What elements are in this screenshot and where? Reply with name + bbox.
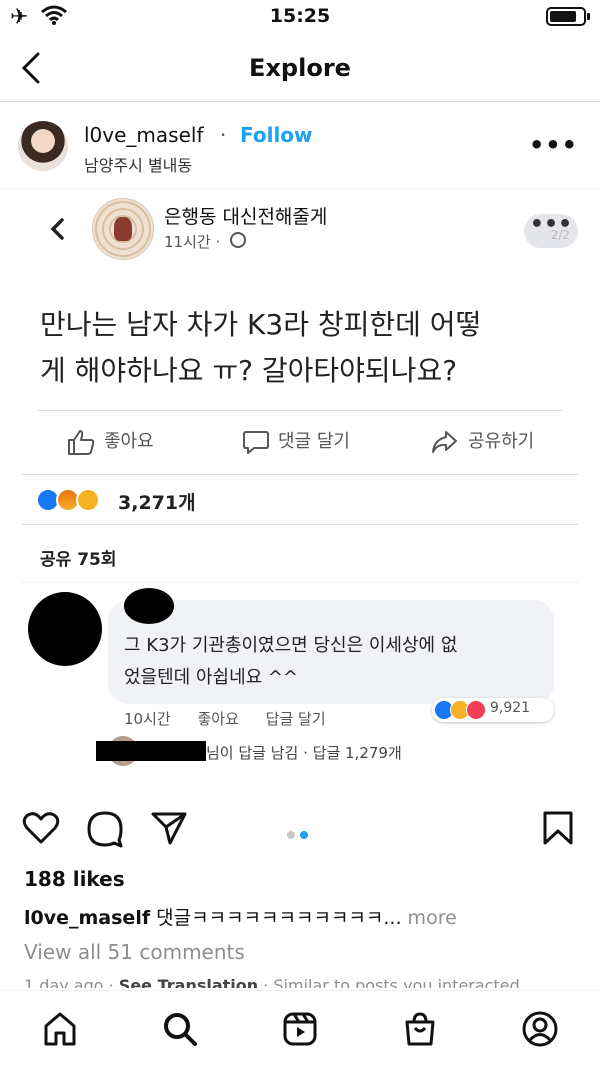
post-image[interactable]: 은행동 대신전해줄게 11시간 · ••• 2/2 만나는 남자 차가 K3라 … [0,190,600,804]
post-location[interactable]: 남양주시 별내동 [84,152,192,176]
post-actions [0,804,600,854]
divider [22,474,578,475]
search-icon[interactable] [162,1011,198,1047]
haha-reaction-icon [76,488,100,512]
comment-reply-label: 답글 달기 [265,710,326,728]
similar-posts-text: Similar to posts you interacted [273,976,520,988]
separator-dot: · [220,123,227,147]
more-options-icon[interactable]: ••• [529,131,578,159]
fb-reaction-count: 3,271개 [118,492,196,514]
fb-post-body: 만나는 남자 차가 K3라 창피한데 어떻 게 해야하나요 ㅠ? 갈아타야되나요… [40,302,570,394]
fb-action-bar: 좋아요 댓글 달기 공유하기 [0,426,600,458]
thumbs-up-icon [68,430,95,455]
separator-dot: · [103,976,119,988]
fb-more-fraction: 2/2 [550,228,570,242]
love-reaction-icon [466,700,486,720]
comment-text-line: 그 K3가 기관총이였으면 당신은 이세상에 없 [124,635,458,656]
commenter-name-redaction [124,588,174,624]
fb-post-time: 11시간 · [164,233,221,251]
fb-share-count: 공유 75회 [40,550,117,570]
caption: l0ve_maself 댓글ㅋㅋㅋㅋㅋㅋㅋㅋㅋㅋㅋ... more [24,903,584,930]
divider [22,582,578,583]
bookmark-icon[interactable] [542,810,574,846]
fb-page-avatar [92,198,154,260]
top-nav: Explore [0,34,600,102]
pager-dot-active [300,831,308,839]
likes-count[interactable]: 188 likes [24,867,125,891]
commenter-avatar [28,592,102,666]
see-translation-link[interactable]: See Translation [119,976,258,988]
post-footer-line: 1 day ago · See Translation · Similar to… [24,976,584,988]
comment-reaction-count: 9,921 [490,700,531,716]
fb-more-icon: ••• 2/2 [524,214,578,248]
divider [22,524,578,525]
home-icon[interactable] [42,1011,78,1047]
carousel-pager [287,824,313,843]
fb-post-body-line: 만나는 남자 차가 K3라 창피한데 어떻 [40,308,482,341]
post-username[interactable]: l0ve_maself [84,123,203,147]
fb-reactions: 3,271개 [36,488,336,514]
reply-summary: 님이 답글 남김 · 답글 1,279개 [206,744,402,762]
fb-comment-label: 댓글 달기 [278,431,350,452]
fb-like-label: 좋아요 [104,431,154,452]
caption-username[interactable]: l0ve_maself [24,907,150,929]
reels-icon[interactable] [282,1011,318,1047]
fb-post-header: 은행동 대신전해줄게 11시간 · ••• 2/2 [0,190,600,280]
comment-meta: 10시간 좋아요 답글 달기 [124,708,348,729]
shop-bag-icon[interactable] [402,1011,438,1047]
fb-share-label: 공유하기 [468,431,535,452]
divider [38,410,562,411]
bottom-tab-bar [0,990,600,1067]
comment-text-line: 었을텐데 아쉽네요 ^^ [124,667,299,688]
comment-like-label: 좋아요 [197,710,239,728]
pager-dot [287,831,295,839]
status-bar: ✈ 15:25 [0,0,600,34]
comment-icon[interactable] [86,810,124,848]
share-arrow-icon [432,431,457,453]
comment-bubble-icon [243,431,269,454]
caption-text: 댓글ㅋㅋㅋㅋㅋㅋㅋㅋㅋㅋㅋ... [150,907,402,929]
reply-name-redaction [96,741,206,761]
comment-time: 10시간 [124,710,171,728]
caption-more-link[interactable]: more [402,907,457,929]
comment-reactions: 9,921 [432,698,554,722]
fb-page-name: 은행동 대신전해줄게 [164,206,328,228]
status-time: 15:25 [269,5,331,27]
heart-icon[interactable] [22,810,60,846]
post-time: 1 day ago [24,976,104,988]
chevron-left-icon [50,218,64,240]
fb-post-body-line: 게 해야하나요 ㅠ? 갈아타야되나요? [40,354,458,387]
battery-icon [546,7,590,26]
send-icon[interactable] [150,810,188,846]
separator-dot: · [258,976,274,988]
profile-icon[interactable] [522,1011,558,1047]
post-header: l0ve_maself · Follow 남양주시 별내동 ••• [0,103,600,189]
globe-icon [230,232,246,248]
view-all-comments-link[interactable]: View all 51 comments [24,940,245,964]
follow-button[interactable]: Follow [240,123,313,147]
comment-text: 그 K3가 기관총이였으면 당신은 이세상에 없 었을텐데 아쉽네요 ^^ [124,630,554,694]
avatar[interactable] [18,121,68,171]
page-title: Explore [249,54,351,82]
